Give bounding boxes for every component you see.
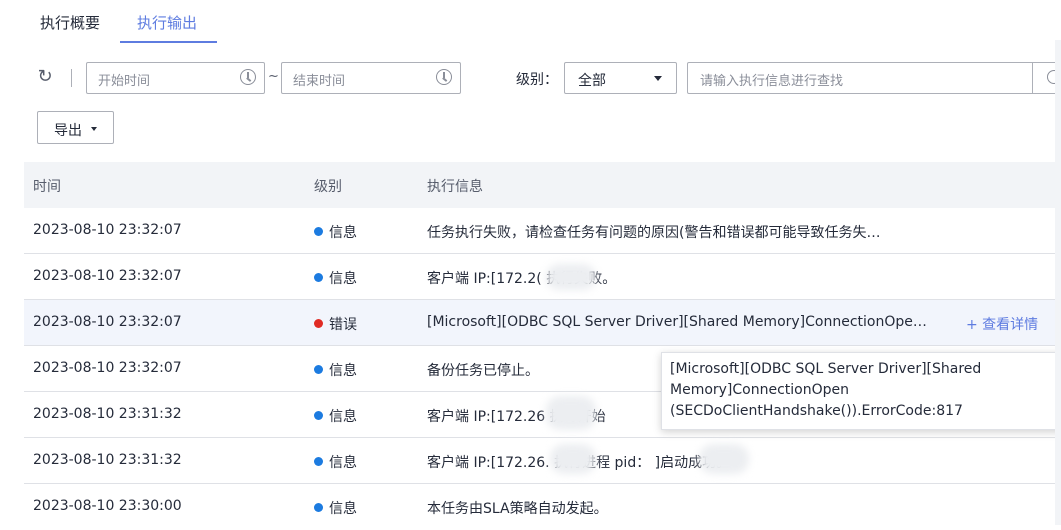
tab-execution-summary[interactable]: 执行概要 [40,12,100,33]
level-select[interactable]: 全部 [564,62,677,94]
level-text: 信息 [329,501,357,517]
table-row: 2023-08-10 23:30:00 信息 本任务由SLA策略自动发起。 [24,484,1061,530]
row-level: 信息 [314,452,357,472]
info-dot-icon [314,365,323,374]
level-text: 信息 [329,363,357,379]
divider [71,69,72,87]
row-time: 2023-08-10 23:32:07 [33,222,182,238]
export-label: 导出 [54,123,82,139]
level-text: 信息 [329,455,357,471]
tab-execution-output[interactable]: 执行输出 [137,12,197,33]
table-row: 2023-08-10 23:32:07 错误 [Microsoft][ODBC … [24,300,1061,346]
header-message: 执行信息 [427,179,483,195]
end-time-placeholder: 结束时间 [293,74,346,89]
export-button[interactable]: 导出 [37,111,114,144]
start-time-input[interactable]: 开始时间 [86,62,265,94]
header-level: 级别 [314,179,342,195]
info-dot-icon [314,457,323,466]
scrollbar[interactable] [1055,40,1061,525]
info-dot-icon [314,411,323,420]
info-dot-icon [314,273,323,282]
search-placeholder: 请输入执行信息进行查找 [700,74,844,89]
row-message: [Microsoft][ODBC SQL Server Driver][Shar… [427,314,927,330]
refresh-icon[interactable]: ↻ [34,66,56,88]
level-text: 信息 [329,409,357,425]
end-time-input[interactable]: 结束时间 [281,62,461,94]
info-dot-icon [314,227,323,236]
tooltip-line: [Microsoft][ODBC SQL Server Driver][Shar… [670,361,982,377]
row-level: 信息 [314,498,357,518]
row-level: 信息 [314,360,357,380]
start-time-placeholder: 开始时间 [98,74,151,89]
header-time: 时间 [33,179,61,195]
row-time: 2023-08-10 23:31:32 [33,406,182,422]
row-level: 信息 [314,222,357,242]
redaction [546,396,596,430]
date-range-separator: ~ [268,69,279,84]
redaction [546,264,596,290]
row-message: 客户端 IP:[172.26. 执行进程 pid： ]启动成功。 [427,455,731,471]
level-text: 信息 [329,225,357,241]
row-level: 信息 [314,268,357,288]
table-header: 时间 级别 执行信息 [24,162,1061,208]
row-time: 2023-08-10 23:32:07 [33,314,182,330]
search-divider [1032,63,1033,93]
tab-bar: 执行概要 执行输出 [0,0,1061,48]
row-level: 信息 [314,406,357,426]
active-tab-indicator [120,41,217,43]
table-row: 2023-08-10 23:31:32 信息 客户端 IP:[172.26. 执… [24,438,1061,484]
tooltip-line: (SECDoClientHandshake()).ErrorCode:817 [670,403,963,419]
error-detail-tooltip: [Microsoft][ODBC SQL Server Driver][Shar… [661,352,1061,430]
clock-icon[interactable] [240,69,256,85]
row-message: 本任务由SLA策略自动发起。 [427,501,608,517]
level-text: 错误 [329,317,357,333]
level-text: 信息 [329,271,357,287]
level-select-value: 全部 [578,73,606,89]
level-label: 级别： [516,72,558,88]
redaction [699,444,749,474]
row-time: 2023-08-10 23:31:32 [33,452,182,468]
row-time: 2023-08-10 23:32:07 [33,268,182,284]
view-details-link[interactable]: + 查看详情 [966,314,1038,334]
search-input[interactable]: 请输入执行信息进行查找 [687,62,1061,94]
caret-down-icon [91,127,97,131]
info-dot-icon [314,503,323,512]
redaction [550,444,596,474]
row-message: 任务执行失败，请检查任务有问题的原因(警告和错误都可能导致任务失… [427,225,881,241]
tooltip-line: Memory]ConnectionOpen [670,382,850,398]
row-message: 客户端 IP:[172.2( 执行失败。 [427,271,617,287]
error-dot-icon [314,319,323,328]
caret-down-icon [654,76,662,81]
row-level: 错误 [314,314,357,334]
clock-icon[interactable] [436,69,452,85]
table-row: 2023-08-10 23:32:07 信息 任务执行失败，请检查任务有问题的原… [24,208,1061,254]
row-time: 2023-08-10 23:30:00 [33,498,182,514]
table-row: 2023-08-10 23:32:07 信息 客户端 IP:[172.2( 执行… [24,254,1061,300]
row-time: 2023-08-10 23:32:07 [33,360,182,376]
